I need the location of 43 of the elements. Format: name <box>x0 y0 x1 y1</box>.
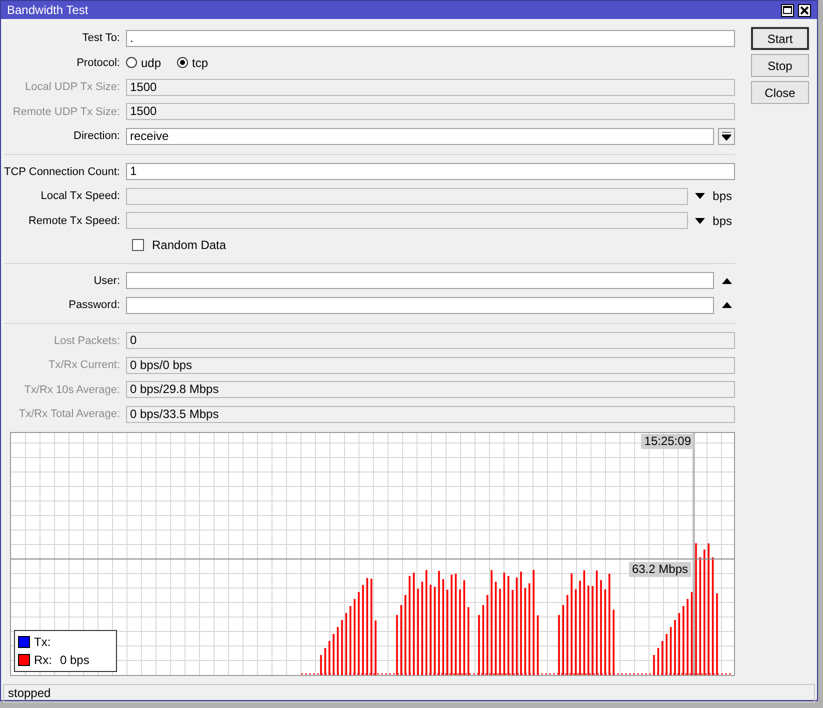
field-label: Tx/Rx Total Average: <box>18 407 121 422</box>
legend-label: Rx: <box>34 652 52 668</box>
input-field: 0 bps/0 bps <box>126 356 735 374</box>
dialog-button[interactable]: Stop <box>751 54 809 77</box>
checkbox[interactable]: Random Data <box>132 236 226 254</box>
window-title: Bandwidth Test <box>7 2 88 19</box>
dialog-button[interactable]: Start <box>751 27 809 50</box>
status-bar: stopped <box>3 684 815 702</box>
time-label: 15:25:09 <box>641 434 694 448</box>
input-field[interactable]: 1 <box>126 163 735 180</box>
field-label: TCP Connection Count: <box>4 164 121 180</box>
field-label: Tx/Rx Current: <box>47 358 121 373</box>
legend-label: Tx: <box>34 634 51 650</box>
value-label: 63.2 Mbps <box>628 562 691 576</box>
field-label: Remote UDP Tx Size: <box>12 104 121 120</box>
input-field[interactable]: . <box>126 30 735 47</box>
dropdown-field[interactable]: receive <box>126 128 714 145</box>
legend-reading: 0 bps <box>60 652 90 668</box>
field-label: Local Tx Speed: <box>40 189 121 204</box>
field-label: Test To: <box>81 31 121 46</box>
radio-option[interactable]: tcp <box>177 54 208 72</box>
input-field: 0 bps/33.5 Mbps <box>126 406 735 423</box>
input-field[interactable] <box>126 296 714 314</box>
unit-label: bps <box>712 212 733 230</box>
input-field[interactable] <box>126 272 714 290</box>
input-field: 1500 <box>126 103 735 120</box>
close-icon[interactable] <box>798 4 811 16</box>
input-field: 0 <box>126 332 735 350</box>
field-label: Lost Packets: <box>52 334 121 348</box>
maximize-icon[interactable] <box>781 4 794 16</box>
unit-label: bps <box>712 188 733 206</box>
dialog-button[interactable]: Close <box>751 81 809 104</box>
field-label: Direction: <box>72 129 121 144</box>
input-field: 0 bps/29.8 Mbps <box>126 381 735 398</box>
field-label: Protocol: <box>76 56 121 70</box>
field-label: Password: <box>68 298 121 313</box>
input-field: 1500 <box>126 78 735 96</box>
field-label: Local UDP Tx Size: <box>24 80 121 95</box>
field-label: Remote Tx Speed: <box>27 214 121 228</box>
field-label: User: <box>92 274 121 288</box>
field-label: Tx/Rx 10s Average: <box>23 382 121 398</box>
radio-option[interactable]: udp <box>126 54 162 72</box>
dropdown-icon[interactable] <box>718 128 735 145</box>
